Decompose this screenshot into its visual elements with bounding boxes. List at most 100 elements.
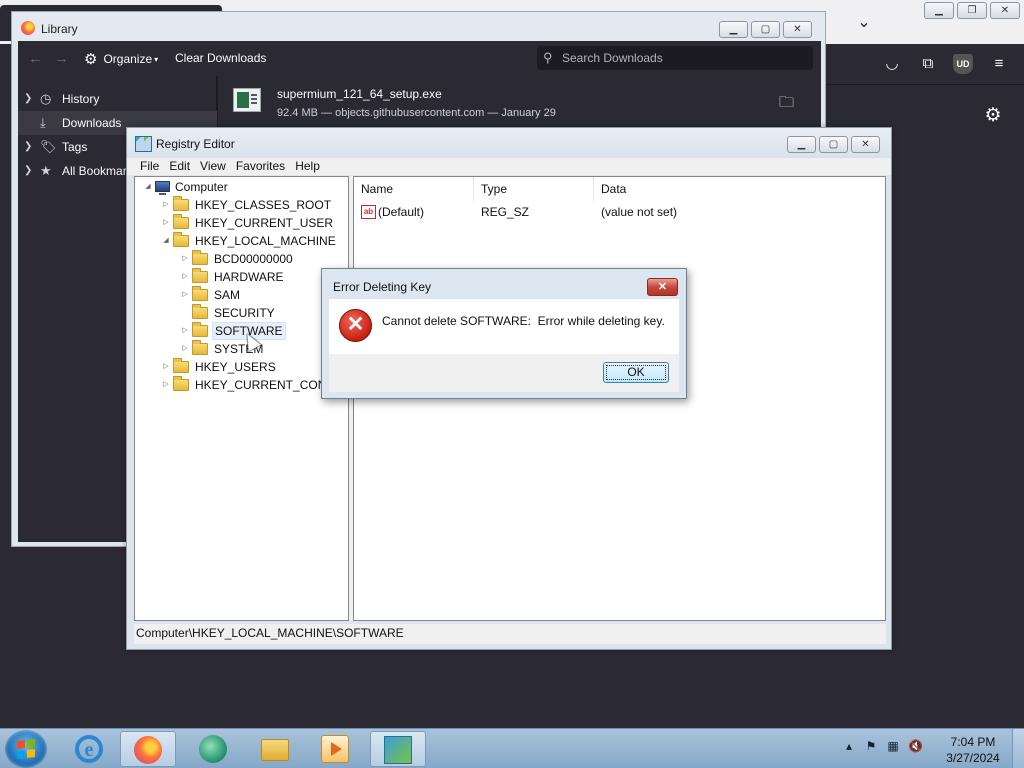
expand-arrow-icon[interactable]: ▷	[180, 340, 190, 358]
column-header-name[interactable]: Name	[354, 177, 474, 201]
taskbar-app-chat[interactable]	[186, 731, 242, 767]
back-arrow-icon[interactable]: ←	[28, 50, 43, 67]
expand-arrow-icon[interactable]: ▷	[161, 358, 171, 376]
sidebar-item-label: Downloads	[62, 116, 122, 130]
collapse-arrow-icon[interactable]: ◢	[143, 178, 153, 196]
menu-icon[interactable]: ≡	[989, 54, 1009, 74]
string-value-icon: ab	[361, 205, 376, 219]
forward-arrow-icon[interactable]: →	[54, 50, 69, 67]
folder-open-icon	[173, 232, 189, 247]
show-hidden-icons-icon[interactable]: ▴	[842, 739, 856, 753]
tag-icon: 🏷	[40, 139, 57, 154]
folder-icon	[192, 268, 208, 283]
sidebar-item-label: History	[62, 92, 100, 106]
firefox-logo-icon	[21, 21, 35, 35]
menu-view[interactable]: View	[195, 158, 231, 175]
pocket-icon[interactable]: ◡	[882, 54, 902, 74]
dialog-title: Error Deleting Key	[333, 280, 432, 294]
folder-icon	[192, 250, 208, 265]
folder-icon	[192, 340, 208, 355]
value-type: REG_SZ	[481, 205, 530, 219]
column-header-data[interactable]: Data	[594, 177, 885, 201]
show-desktop-button[interactable]	[1012, 729, 1024, 768]
menu-bar: File Edit View Favorites Help	[127, 158, 891, 175]
expand-arrow-icon[interactable]: ▷	[180, 250, 190, 268]
download-icon: ⤓	[40, 115, 46, 130]
dialog-message: Cannot delete SOFTWARE: Error while dele…	[382, 314, 665, 328]
close-button[interactable]: ✕	[851, 136, 880, 153]
clear-downloads-button[interactable]: Clear Downloads	[175, 51, 266, 65]
gear-icon[interactable]: ⚙	[982, 105, 1004, 127]
folder-icon	[173, 358, 189, 373]
download-item[interactable]: supermium_121_64_setup.exe 92.4 MB — obj…	[218, 76, 821, 128]
search-downloads-input[interactable]: ⚲ Search Downloads	[537, 46, 813, 70]
gear-icon: ⚙	[84, 51, 98, 68]
expand-arrow-icon[interactable]: ▷	[161, 196, 171, 214]
menu-favorites[interactable]: Favorites	[231, 158, 290, 175]
folder-icon	[173, 196, 189, 211]
taskbar-app-media-player[interactable]	[308, 731, 364, 767]
close-button[interactable]: ✕	[647, 278, 678, 296]
expand-arrow-icon[interactable]: ▷	[161, 214, 171, 232]
expand-arrow-icon[interactable]: ▷	[180, 268, 190, 286]
menu-file[interactable]: File	[135, 158, 164, 175]
maximize-button[interactable]: ▢	[751, 21, 780, 38]
maximize-button[interactable]: ▢	[819, 136, 848, 153]
minimize-button[interactable]: ▁	[787, 136, 816, 153]
close-button[interactable]: ✕	[783, 21, 812, 38]
library-toolbar: ← → ⚙ Organize ▾ Clear Downloads ⚲ Searc…	[18, 41, 821, 76]
folder-icon	[173, 376, 189, 391]
organize-button[interactable]: ⚙ Organize ▾	[84, 50, 158, 68]
registry-titlebar[interactable]: Registry Editor ▁ ▢ ✕	[127, 128, 891, 158]
search-icon: ⚲	[543, 50, 553, 65]
collapse-arrow-icon[interactable]: ◢	[161, 232, 171, 250]
action-center-flag-icon[interactable]: ⚑	[864, 739, 878, 753]
registry-icon	[384, 736, 412, 764]
network-icon[interactable]: ▦	[886, 739, 900, 753]
ok-button[interactable]: OK	[603, 362, 669, 383]
folder-icon	[192, 304, 208, 319]
firefox-icon	[134, 736, 162, 764]
download-filename: supermium_121_64_setup.exe	[277, 87, 442, 101]
file-icon	[233, 88, 261, 112]
download-meta: 92.4 MB — objects.githubusercontent.com …	[277, 107, 556, 119]
extensions-icon[interactable]: ⧉	[918, 54, 938, 74]
value-data: (value not set)	[601, 205, 678, 219]
expand-arrow-icon[interactable]: ❯	[24, 87, 32, 111]
taskbar-app-regedit[interactable]	[370, 731, 426, 767]
taskbar-app-explorer[interactable]	[248, 731, 304, 767]
folder-icon	[261, 739, 289, 761]
volume-muted-icon[interactable]: 🔇	[908, 739, 923, 753]
open-folder-icon[interactable]: 🗀	[779, 92, 794, 117]
folder-icon	[173, 214, 189, 229]
error-icon: ✕	[339, 309, 372, 342]
chevron-down-icon: ▾	[154, 54, 159, 64]
taskbar-app-firefox[interactable]	[120, 731, 176, 767]
close-button[interactable]: ✕	[990, 2, 1020, 19]
error-dialog: Error Deleting Key ✕ ✕ Cannot delete SOF…	[321, 268, 687, 399]
list-tabs-chevron-icon[interactable]: ⌄	[854, 12, 874, 32]
registry-icon	[135, 136, 152, 152]
column-header-type[interactable]: Type	[474, 177, 594, 201]
taskbar-clock[interactable]: 7:04 PM 3/27/2024	[932, 734, 1014, 766]
table-row[interactable]: ab (Default) REG_SZ (value not set)	[354, 202, 885, 222]
restore-button[interactable]: ❐	[957, 2, 987, 19]
minimize-button[interactable]: ▁	[924, 2, 954, 19]
sidebar-item-history[interactable]: ❯ ◷ History	[18, 87, 217, 111]
chat-icon	[199, 735, 227, 763]
expand-arrow-icon[interactable]: ❯	[24, 135, 32, 159]
library-titlebar[interactable]: Library ▁ ▢ ✕	[12, 12, 825, 41]
expand-arrow-icon[interactable]: ❯	[24, 159, 32, 183]
internet-explorer-icon: e	[75, 735, 103, 763]
value-name: (Default)	[378, 205, 425, 219]
start-button[interactable]	[5, 730, 47, 768]
expand-arrow-icon[interactable]: ▷	[180, 322, 190, 340]
expand-arrow-icon[interactable]: ▷	[180, 286, 190, 304]
taskbar-app-ie[interactable]: e	[62, 731, 118, 767]
ublock-icon[interactable]: UD	[953, 54, 973, 74]
menu-edit[interactable]: Edit	[164, 158, 195, 175]
menu-help[interactable]: Help	[290, 158, 325, 175]
expand-arrow-icon[interactable]: ▷	[161, 376, 171, 394]
organize-label: Organize	[103, 52, 153, 66]
minimize-button[interactable]: ▁	[719, 21, 748, 38]
